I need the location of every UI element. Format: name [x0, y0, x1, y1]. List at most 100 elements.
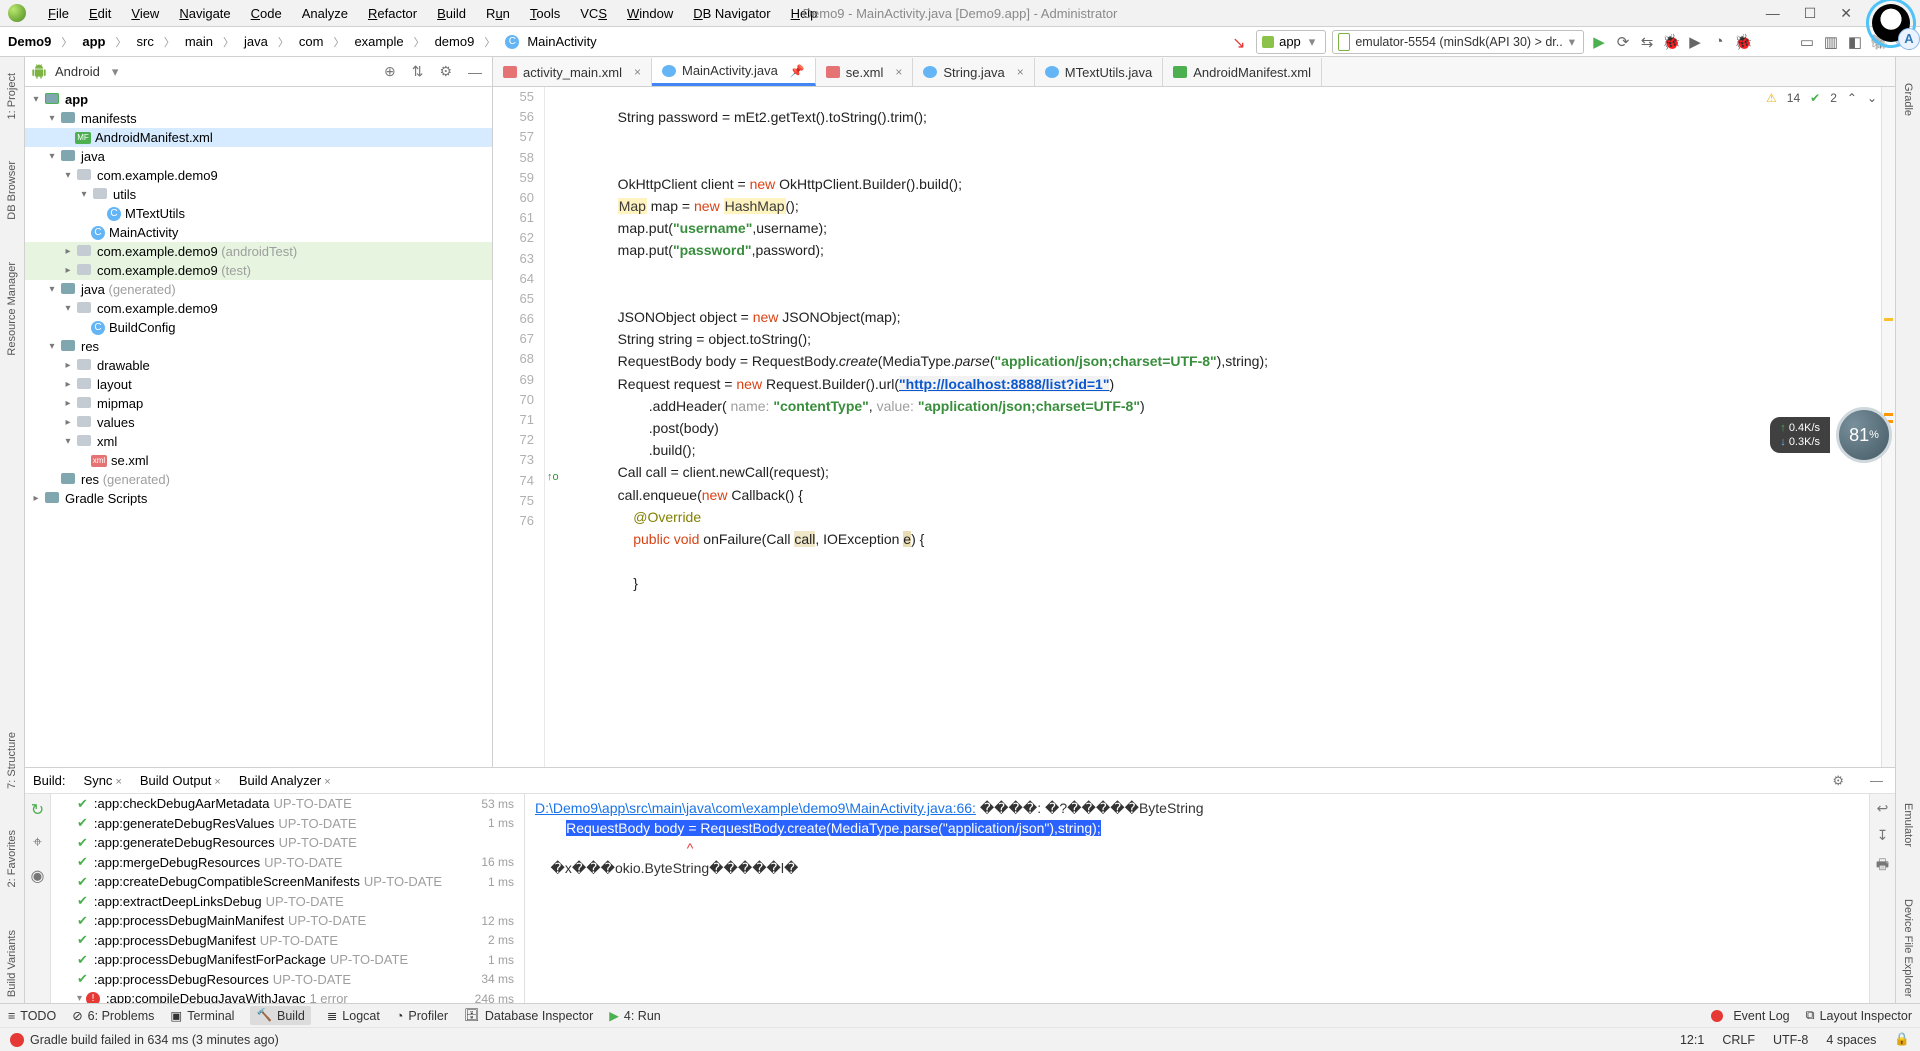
error-file-link[interactable]: D:\Demo9\app\src\main\java\com\example\d… [535, 800, 976, 816]
make-module-icon[interactable]: ↘ [1232, 33, 1250, 51]
tab-android-manifest[interactable]: AndroidManifest.xml [1163, 58, 1322, 86]
build-task-tree[interactable]: ✔:app:checkDebugAarMetadataUP-TO-DATE53 … [51, 794, 525, 1003]
tab-main-activity[interactable]: MainActivity.java📌 [652, 58, 816, 86]
build-task-row[interactable]: ✔:app:processDebugManifestUP-TO-DATE2 ms [51, 931, 524, 951]
print-icon[interactable]: 🖶 [1876, 854, 1889, 878]
project-tree[interactable]: ▾app ▾manifests MFAndroidManifest.xml ▾j… [25, 87, 492, 767]
close-icon[interactable]: × [1017, 65, 1024, 79]
build-tab-analyzer[interactable]: Build Analyzer× [239, 773, 331, 788]
menu-refactor[interactable]: Refactor [358, 4, 427, 23]
crumb-project[interactable]: Demo9 [8, 34, 51, 49]
profile-avatar[interactable]: A [1866, 0, 1916, 48]
tree-app-module[interactable]: ▾app [25, 90, 492, 109]
tool-structure-tab[interactable]: 7: Structure [4, 726, 20, 795]
filter-icon[interactable]: ⌖ [33, 834, 42, 852]
tree-res-generated[interactable]: res (generated) [25, 470, 492, 489]
tree-mtextutils[interactable]: CMTextUtils [25, 204, 492, 223]
crumb-module[interactable]: app [82, 34, 105, 49]
crumb-com[interactable]: com [299, 34, 324, 49]
tree-java[interactable]: ▾java [25, 147, 492, 166]
menu-build[interactable]: Build [427, 4, 476, 23]
apply-code-changes-icon[interactable]: ⇆ [1638, 33, 1656, 51]
build-tab[interactable]: 🔨 Build [250, 1006, 310, 1025]
tree-values[interactable]: ▸values [25, 413, 492, 432]
resource-manager-icon[interactable]: ◧ [1846, 33, 1864, 51]
maximize-button[interactable]: ☐ [1804, 5, 1817, 22]
tree-layout[interactable]: ▸layout [25, 375, 492, 394]
tree-mipmap[interactable]: ▸mipmap [25, 394, 492, 413]
file-encoding[interactable]: UTF-8 [1773, 1033, 1808, 1047]
caret-position[interactable]: 12:1 [1680, 1033, 1704, 1047]
build-task-row[interactable]: ✔:app:createDebugCompatibleScreenManifes… [51, 872, 524, 892]
pin-icon[interactable]: 📌 [790, 64, 805, 78]
eye-icon[interactable]: ◉ [31, 866, 45, 886]
build-task-row[interactable]: ✔:app:checkDebugAarMetadataUP-TO-DATE53 … [51, 794, 524, 814]
tree-se-xml[interactable]: xmlse.xml [25, 451, 492, 470]
tool-project-tab[interactable]: 1: Project [4, 67, 20, 125]
tool-db-browser-tab[interactable]: DB Browser [4, 155, 20, 226]
tree-mainactivity[interactable]: CMainActivity [25, 223, 492, 242]
layout-inspector-tab[interactable]: ⧉ Layout Inspector [1806, 1008, 1912, 1023]
build-task-row[interactable]: ✔:app:processDebugResourcesUP-TO-DATE34 … [51, 970, 524, 990]
tree-xml[interactable]: ▾xml [25, 432, 492, 451]
chevron-up-icon[interactable]: ⌃ [1847, 91, 1857, 105]
close-icon[interactable]: × [895, 65, 902, 79]
tab-string-java[interactable]: String.java× [913, 58, 1034, 86]
tool-emulator-tab[interactable]: Emulator [1900, 797, 1916, 853]
crumb-main[interactable]: main [185, 34, 213, 49]
run-button-icon[interactable]: ▶ [1590, 33, 1608, 51]
tree-pkg-test[interactable]: ▸com.example.demo9 (test) [25, 261, 492, 280]
device-select[interactable]: emulator-5554 (minSdk(API 30) > dr.. ▾ [1332, 30, 1584, 54]
menu-navigate[interactable]: Navigate [169, 4, 240, 23]
menu-run[interactable]: Run [476, 4, 520, 23]
tree-java-generated[interactable]: ▾java (generated) [25, 280, 492, 299]
crumb-src[interactable]: src [136, 34, 153, 49]
run-configuration-select[interactable]: app ▾ [1256, 30, 1326, 54]
tool-build-variants-tab[interactable]: Build Variants [4, 924, 20, 1003]
build-output-console[interactable]: D:\Demo9\app\src\main\java\com\example\d… [525, 794, 1869, 1003]
select-opened-file-icon[interactable]: ⊕ [380, 63, 400, 80]
tab-activity-main[interactable]: activity_main.xml× [493, 58, 652, 86]
menu-tools[interactable]: Tools [520, 4, 570, 23]
indent-setting[interactable]: 4 spaces [1826, 1033, 1876, 1047]
editor-body[interactable]: 555657 585960 616263 646566 676869 70717… [493, 87, 1895, 767]
attach-debugger-icon[interactable]: 🐞 [1734, 33, 1752, 51]
close-icon[interactable]: × [324, 776, 330, 788]
hide-panel-icon[interactable]: — [464, 64, 486, 80]
expand-all-icon[interactable]: ⇅ [408, 63, 428, 80]
build-task-row[interactable]: ✔:app:extractDeepLinksDebugUP-TO-DATE [51, 892, 524, 912]
tree-res[interactable]: ▾res [25, 337, 492, 356]
crumb-java[interactable]: java [244, 34, 268, 49]
performance-widget[interactable]: ↑ 0.4K/s ↓ 0.3K/s 81% [1770, 407, 1892, 463]
close-icon[interactable]: × [214, 776, 220, 788]
build-task-row[interactable]: ✔:app:processDebugManifestForPackageUP-T… [51, 950, 524, 970]
close-window-button[interactable]: ✕ [1840, 5, 1852, 22]
database-inspector-tab[interactable]: 🗄 Database Inspector [464, 1008, 593, 1023]
event-log-tab[interactable]: Event Log [1711, 1009, 1789, 1023]
menu-file[interactable]: File [38, 4, 79, 23]
menu-analyze[interactable]: Analyze [292, 4, 358, 23]
tree-buildconfig[interactable]: CBuildConfig [25, 318, 492, 337]
menu-dbnavigator[interactable]: DB Navigator [683, 4, 780, 23]
profile-icon[interactable]: ◔ [1710, 33, 1728, 50]
crumb-example[interactable]: example [354, 34, 403, 49]
build-tab-sync[interactable]: Sync× [84, 773, 122, 788]
tree-pkg-generated[interactable]: ▾com.example.demo9 [25, 299, 492, 318]
avd-manager-icon[interactable]: ▭ [1798, 33, 1816, 51]
build-task-row[interactable]: ✔:app:generateDebugResValuesUP-TO-DATE1 … [51, 814, 524, 834]
gear-icon[interactable]: ⚙ [1828, 773, 1848, 789]
hide-panel-icon[interactable]: — [1866, 773, 1887, 788]
tree-drawable[interactable]: ▸drawable [25, 356, 492, 375]
tab-mtextutils[interactable]: MTextUtils.java [1035, 58, 1163, 86]
status-message[interactable]: Gradle build failed in 634 ms (3 minutes… [10, 1033, 279, 1047]
line-separator[interactable]: CRLF [1722, 1033, 1755, 1047]
breadcrumb[interactable]: Demo9〉 app〉 src〉 main〉 java〉 com〉 exampl… [8, 34, 597, 50]
menu-vcs[interactable]: VCS [570, 4, 617, 23]
gear-icon[interactable]: ⚙ [435, 63, 456, 80]
logcat-tab[interactable]: ≣ Logcat [327, 1008, 380, 1023]
project-view-dropdown-icon[interactable]: ▾ [112, 64, 119, 80]
menu-window[interactable]: Window [617, 4, 683, 23]
minimize-button[interactable]: — [1766, 5, 1780, 22]
readonly-lock-icon[interactable]: 🔒 [1894, 1032, 1910, 1047]
crumb-class[interactable]: MainActivity [527, 34, 596, 49]
